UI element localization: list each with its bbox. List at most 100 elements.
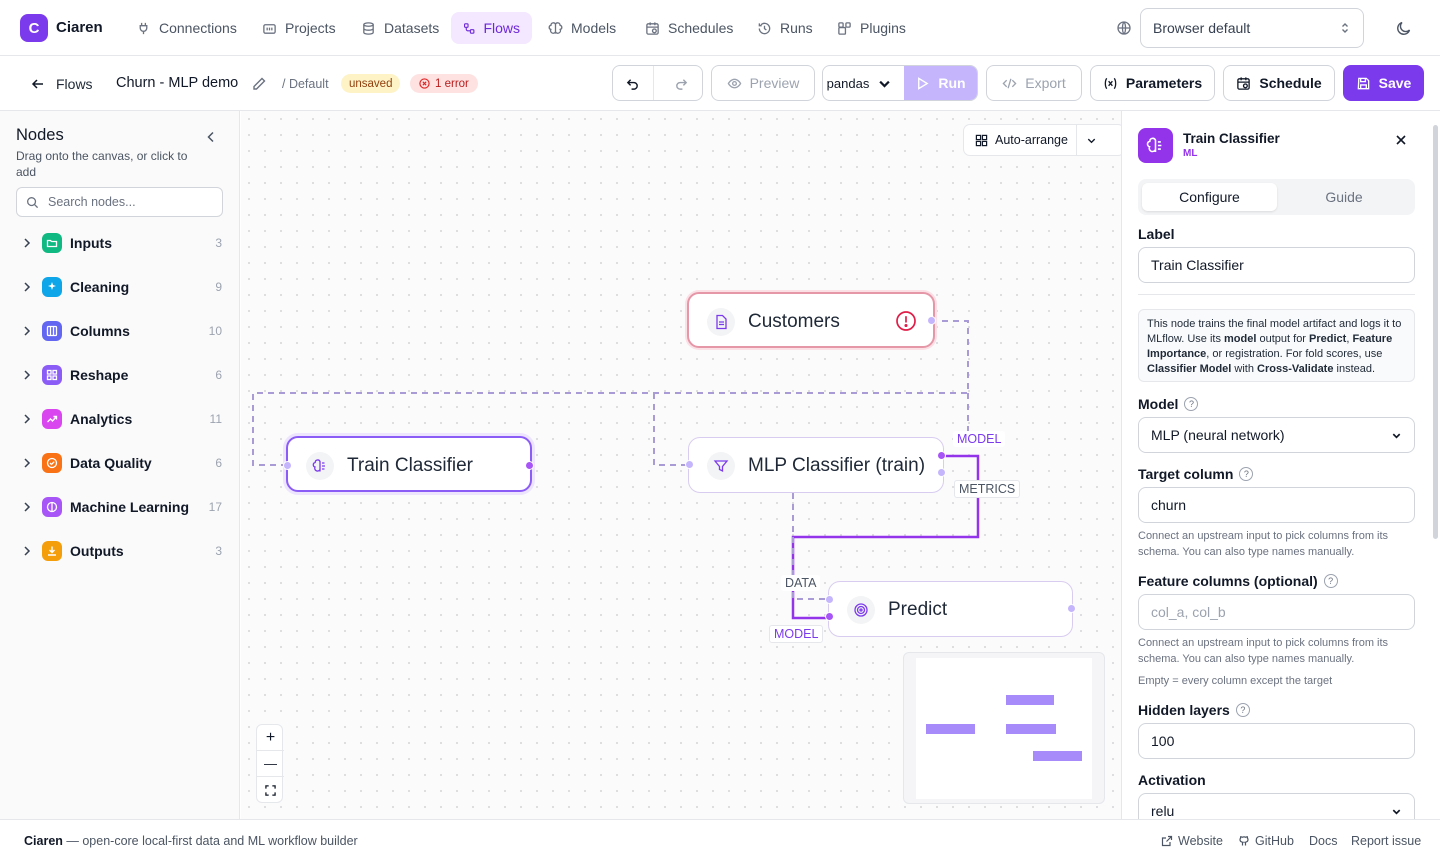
layout-grid-icon: [975, 134, 988, 146]
port-predict-model-in[interactable]: [825, 612, 834, 621]
node-config-panel: Train Classifier ML Configure Guide Labe…: [1121, 111, 1440, 819]
category-analytics[interactable]: Analytics 11: [0, 399, 240, 439]
github-icon: [1239, 836, 1249, 846]
nav-schedules[interactable]: Schedules: [633, 12, 745, 44]
port-customers-out[interactable]: [927, 316, 936, 325]
language-select[interactable]: Browser default: [1140, 8, 1364, 48]
undo-button[interactable]: [613, 66, 654, 100]
category-columns[interactable]: Columns 10: [0, 311, 240, 351]
auto-arrange-menu-button[interactable]: [1077, 125, 1105, 155]
preview-button[interactable]: Preview: [711, 65, 815, 101]
category-cleaning[interactable]: Cleaning 9: [0, 267, 240, 307]
auto-arrange-button[interactable]: Auto-arrange: [964, 125, 1077, 155]
nav-flows[interactable]: Flows: [451, 12, 532, 44]
node-mlp-classifier[interactable]: MLP Classifier (train): [688, 437, 944, 493]
footer-link-github[interactable]: GitHub: [1238, 834, 1294, 848]
footer-brand: Ciaren: [24, 834, 63, 848]
panel-node-category: ML: [1183, 148, 1198, 159]
tab-guide[interactable]: Guide: [1277, 183, 1411, 211]
category-machine-learning[interactable]: Machine Learning 17: [0, 487, 240, 527]
edge-label-model: MODEL: [953, 431, 1006, 447]
edge-customers-to-mlp[interactable]: [653, 393, 688, 466]
export-button[interactable]: Export: [986, 65, 1082, 101]
panel-scrollbar[interactable]: [1433, 125, 1438, 539]
zoom-in-button[interactable]: +: [257, 725, 284, 751]
category-reshape[interactable]: Reshape 6: [0, 355, 240, 395]
port-train-out[interactable]: [525, 461, 534, 470]
node-train-classifier[interactable]: Train Classifier: [286, 436, 532, 492]
panel-divider: [1138, 294, 1415, 295]
nav-projects[interactable]: Projects: [250, 12, 348, 44]
activation-select[interactable]: relu: [1138, 793, 1415, 819]
export-label: Export: [1025, 75, 1066, 91]
target-column-input[interactable]: churn: [1138, 487, 1415, 523]
category-inputs[interactable]: Inputs 3: [0, 223, 240, 263]
engine-select[interactable]: pandas: [823, 66, 896, 100]
nav-plugins[interactable]: Plugins: [825, 12, 918, 44]
help-icon[interactable]: ?: [1239, 467, 1254, 481]
arrow-left-icon: [31, 79, 43, 89]
app-brand[interactable]: Ciaren: [56, 19, 103, 36]
error-alert-icon[interactable]: [895, 310, 917, 332]
port-train-in[interactable]: [283, 461, 292, 470]
feature-columns-input[interactable]: col_a, col_b: [1138, 594, 1415, 630]
port-mlp-model-out[interactable]: [937, 451, 946, 460]
save-button[interactable]: Save: [1343, 65, 1424, 101]
redo-button[interactable]: [662, 66, 702, 100]
globe-icon: [1116, 20, 1132, 36]
category-count: 9: [215, 280, 222, 294]
port-mlp-metrics-out[interactable]: [937, 468, 946, 477]
model-select[interactable]: MLP (neural network): [1138, 417, 1415, 453]
nav-datasets[interactable]: Datasets: [349, 12, 451, 44]
parameters-button[interactable]: Parameters: [1090, 65, 1215, 101]
help-icon[interactable]: ?: [1323, 574, 1338, 588]
back-to-flows-link[interactable]: Flows: [30, 76, 93, 92]
category-label: Machine Learning: [70, 499, 190, 515]
search-nodes-input[interactable]: Search nodes...: [16, 187, 223, 217]
info-text: with: [1231, 363, 1258, 375]
target-icon: [847, 596, 875, 624]
fit-view-button[interactable]: [257, 777, 284, 803]
port-predict-out[interactable]: [1067, 604, 1076, 613]
help-icon[interactable]: ?: [1184, 397, 1199, 411]
app-logo[interactable]: C: [20, 14, 48, 42]
footer-link-website[interactable]: Website: [1161, 834, 1223, 848]
run-button[interactable]: Run: [904, 66, 977, 100]
theme-toggle-moon-icon[interactable]: [1395, 19, 1413, 37]
link-label: Report issue: [1351, 834, 1422, 848]
category-data-quality[interactable]: Data Quality 6: [0, 443, 240, 483]
info-text: output for: [1256, 333, 1310, 345]
node-customers[interactable]: Customers: [687, 292, 935, 348]
label-text: Label: [1138, 226, 1175, 242]
search-icon: [27, 196, 39, 208]
error-badge[interactable]: 1 error: [410, 74, 478, 93]
help-icon[interactable]: ?: [1235, 703, 1250, 717]
nav-models[interactable]: Models: [536, 12, 628, 44]
play-icon: [918, 76, 929, 90]
zoom-out-button[interactable]: —: [257, 751, 284, 777]
chevron-down-icon: [1392, 433, 1401, 439]
category-outputs[interactable]: Outputs 3: [0, 531, 240, 571]
hidden-layers-input[interactable]: 100: [1138, 723, 1415, 759]
label-text: Hidden layers: [1138, 702, 1230, 718]
flow-canvas[interactable]: Auto-arrange Customers Train Classifier …: [241, 111, 1121, 819]
collapse-sidebar-chevron-icon[interactable]: [203, 129, 219, 148]
sidebar-title: Nodes: [16, 126, 64, 144]
eye-icon: [727, 78, 741, 88]
schedule-button[interactable]: Schedule: [1223, 65, 1335, 101]
search-placeholder: Search nodes...: [48, 195, 136, 209]
nav-runs[interactable]: Runs: [745, 12, 825, 44]
nav-label: Datasets: [384, 20, 440, 36]
port-mlp-in[interactable]: [685, 460, 694, 469]
nav-label: Runs: [780, 20, 813, 36]
port-predict-data-in[interactable]: [825, 595, 834, 604]
footer-link-report-issue[interactable]: Report issue: [1351, 834, 1421, 848]
minimap[interactable]: [903, 652, 1105, 804]
footer-link-docs[interactable]: Docs: [1309, 834, 1337, 848]
tab-configure[interactable]: Configure: [1142, 183, 1277, 211]
nav-connections[interactable]: Connections: [124, 12, 249, 44]
label-input[interactable]: Train Classifier: [1138, 247, 1415, 283]
node-predict[interactable]: Predict: [828, 581, 1073, 637]
rename-pencil-icon[interactable]: [251, 76, 267, 95]
close-panel-icon[interactable]: [1393, 132, 1409, 151]
